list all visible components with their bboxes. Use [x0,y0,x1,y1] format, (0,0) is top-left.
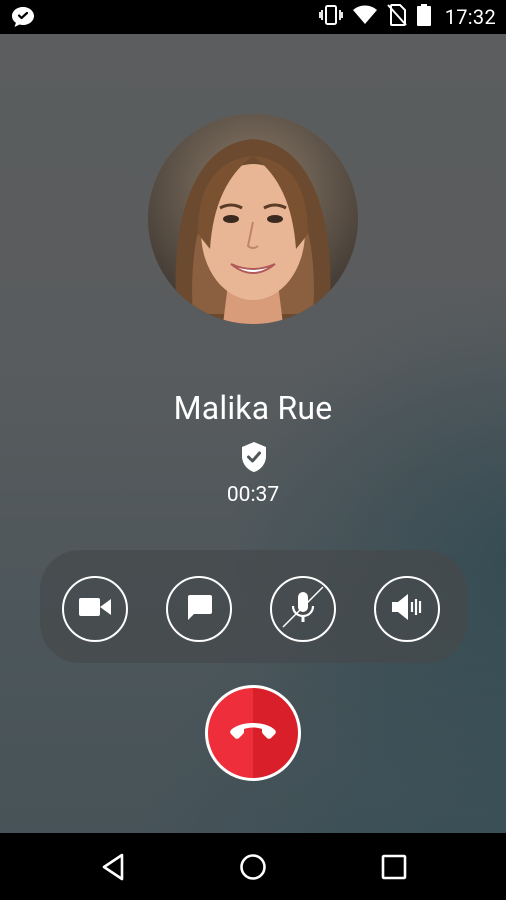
contact-name: Malika Rue [173,389,333,427]
back-icon[interactable] [98,851,130,883]
video-button[interactable] [62,576,128,642]
vibrate-icon [318,4,343,30]
call-duration: 00:37 [226,483,280,507]
navigation-bar [0,833,506,900]
no-sim-icon [386,4,407,30]
battery-icon [416,4,431,30]
end-call-button[interactable] [205,685,301,781]
chat-bubble-icon [185,593,213,625]
home-icon[interactable] [237,851,269,883]
microphone-muted-icon [279,583,327,635]
call-screen: Malika Rue 00:37 [0,34,506,833]
speaker-icon [390,592,424,626]
recents-icon[interactable] [378,851,410,883]
message-button[interactable] [166,576,232,642]
shield-check-icon [240,441,268,473]
chat-app-icon [10,5,36,29]
speaker-button[interactable] [374,576,440,642]
video-camera-icon [79,596,111,622]
mute-button[interactable] [270,576,336,642]
wifi-icon [352,5,377,29]
call-controls [40,550,467,663]
clock: 17:32 [444,5,496,29]
avatar [148,114,358,324]
status-bar: 17:32 [0,0,506,34]
hang-up-icon [229,719,277,747]
